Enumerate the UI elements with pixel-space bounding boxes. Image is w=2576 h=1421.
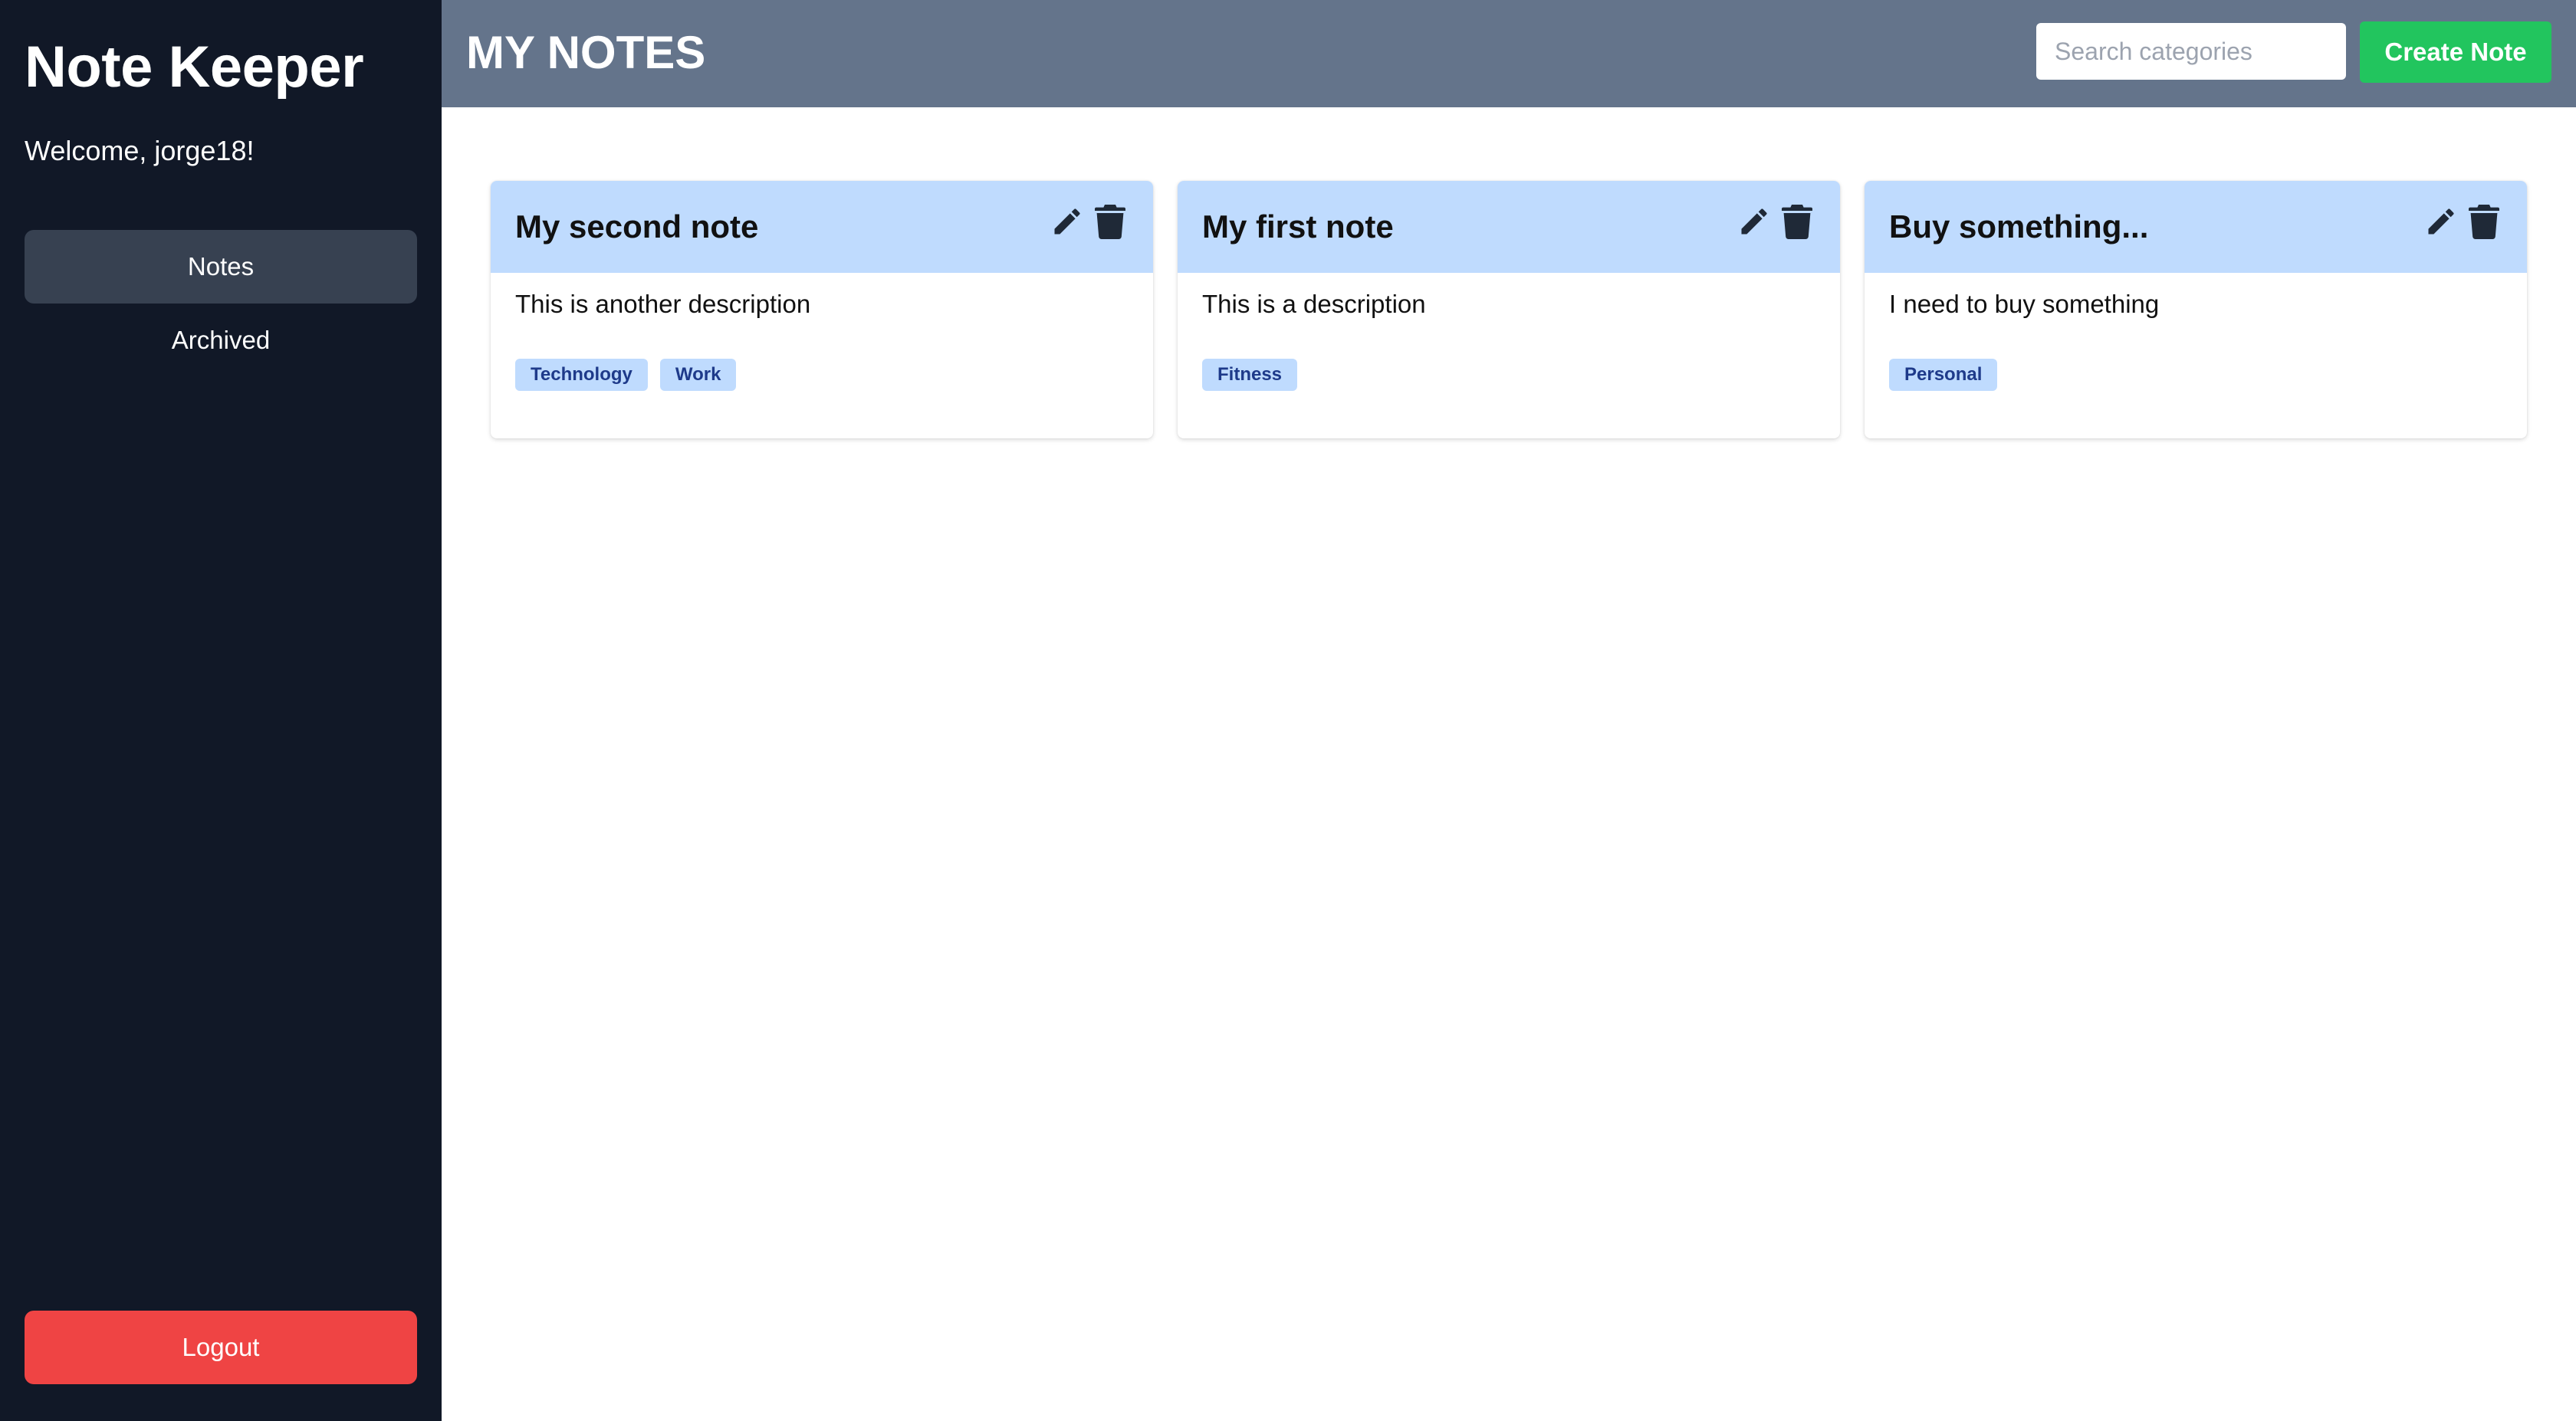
page-title: MY NOTES: [466, 27, 706, 78]
note-title: Buy something...: [1889, 208, 2149, 244]
welcome-message: Welcome, jorge18!: [25, 135, 255, 166]
note-card: Buy something... I need to buy something…: [1865, 181, 2527, 438]
logout-button[interactable]: Logout: [25, 1311, 417, 1384]
search-input[interactable]: [2036, 23, 2346, 80]
pencil-icon[interactable]: [2423, 201, 2459, 242]
note-card: My first note This is a description Fitn…: [1178, 181, 1840, 438]
note-tags: Personal: [1889, 359, 1998, 391]
note-card-header: My second note: [491, 181, 1153, 273]
category-tag[interactable]: Personal: [1889, 359, 1998, 391]
pencil-icon[interactable]: [1736, 201, 1773, 242]
note-description: This is another description: [515, 290, 811, 318]
header: MY NOTES Create Note: [442, 0, 2576, 107]
app-title: Note Keeper: [25, 34, 364, 100]
trash-icon[interactable]: [1092, 201, 1129, 242]
note-tags: Technology Work: [515, 359, 737, 391]
sidebar-item-notes[interactable]: Notes: [25, 230, 417, 304]
note-title: My second note: [515, 208, 759, 244]
note-title: My first note: [1202, 208, 1394, 244]
sidebar-item-archived[interactable]: Archived: [25, 304, 417, 377]
category-tag[interactable]: Fitness: [1202, 359, 1298, 391]
category-tag[interactable]: Work: [659, 359, 737, 391]
create-note-button[interactable]: Create Note: [2360, 21, 2551, 83]
note-card-header: Buy something...: [1865, 181, 2527, 273]
note-card: My second note This is another descripti…: [491, 181, 1153, 438]
category-tag[interactable]: Technology: [515, 359, 648, 391]
note-description: I need to buy something: [1889, 290, 2160, 318]
trash-icon[interactable]: [2466, 201, 2502, 242]
note-tags: Fitness: [1202, 359, 1298, 391]
pencil-icon[interactable]: [1049, 201, 1086, 242]
note-description: This is a description: [1202, 290, 1426, 318]
sidebar: Note Keeper Welcome, jorge18! Notes Arch…: [0, 0, 442, 1421]
note-card-header: My first note: [1178, 181, 1840, 273]
trash-icon[interactable]: [1779, 201, 1815, 242]
